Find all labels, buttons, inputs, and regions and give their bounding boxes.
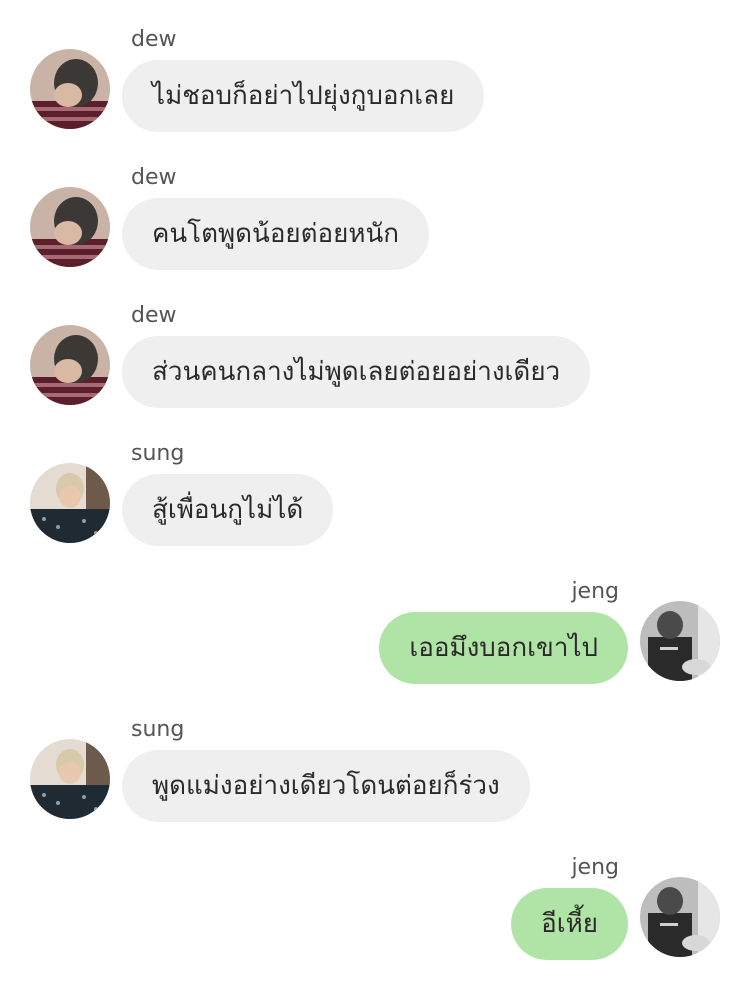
avatar-jeng[interactable]	[640, 877, 720, 957]
message-bubble[interactable]: พูดแม่งอย่างเดียวโดนต่อยก็ร่วง	[122, 750, 530, 822]
sender-name: sung	[131, 441, 185, 466]
message-bubble[interactable]: คนโตพูดน้อยต่อยหนัก	[122, 198, 430, 270]
message-bubble[interactable]: ส่วนคนกลางไม่พูดเลยต่อยอย่างเดียว	[122, 336, 591, 408]
sender-name: dew	[131, 27, 177, 52]
message-bubble[interactable]: อีเหี้ย	[511, 888, 628, 960]
chat-thread: dew ไม่ชอบก็อย่าไปยุ่งกูบอกเลย dew คนโตพ…	[0, 0, 750, 992]
avatar-dew[interactable]	[30, 187, 110, 267]
sender-name: dew	[131, 303, 177, 328]
avatar-sung[interactable]	[30, 463, 110, 543]
sender-name: jeng	[571, 579, 619, 604]
sender-name: jeng	[571, 855, 619, 880]
avatar-dew[interactable]	[30, 49, 110, 129]
avatar-sung[interactable]	[30, 739, 110, 819]
message-bubble[interactable]: เออมึงบอกเขาไป	[379, 612, 628, 684]
avatar-jeng[interactable]	[640, 601, 720, 681]
avatar-dew[interactable]	[30, 325, 110, 405]
sender-name: sung	[131, 717, 185, 742]
message-bubble[interactable]: สู้เพื่อนกูไม่ได้	[122, 474, 334, 546]
message-bubble[interactable]: ไม่ชอบก็อย่าไปยุ่งกูบอกเลย	[122, 60, 485, 132]
sender-name: dew	[131, 165, 177, 190]
